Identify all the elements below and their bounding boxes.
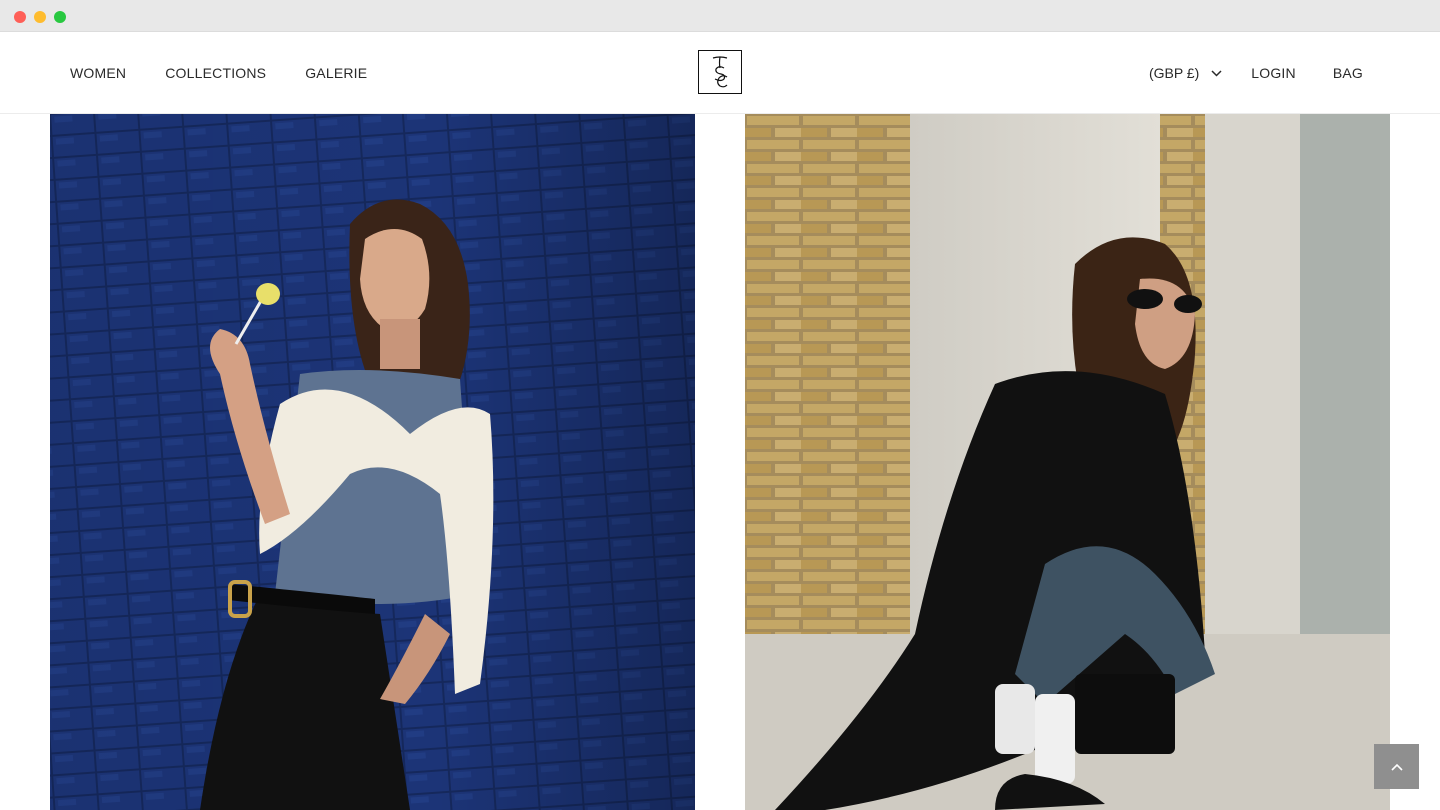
utility-nav: (GBP £) LOGIN BAG bbox=[1149, 32, 1363, 114]
currency-selector[interactable]: (GBP £) bbox=[1149, 65, 1222, 81]
chevron-up-icon bbox=[1390, 763, 1403, 771]
close-window-button[interactable] bbox=[14, 11, 26, 23]
monogram-logo-icon bbox=[712, 56, 728, 88]
scroll-to-top-button[interactable] bbox=[1374, 744, 1419, 789]
model-brick-wall-crouching-photo bbox=[745, 114, 1390, 810]
maximize-window-button[interactable] bbox=[54, 11, 66, 23]
browser-titlebar bbox=[0, 0, 1440, 32]
currency-label: (GBP £) bbox=[1148, 65, 1200, 81]
login-link[interactable]: LOGIN bbox=[1251, 65, 1296, 81]
model-blue-tile-wall-photo bbox=[50, 114, 695, 810]
nav-galerie-link[interactable]: GALERIE bbox=[305, 65, 367, 81]
nav-women-link[interactable]: WOMEN bbox=[70, 65, 126, 81]
site-header: WOMEN COLLECTIONS GALERIE (GBP £) LOGIN … bbox=[0, 32, 1440, 114]
hero-photo-left[interactable] bbox=[50, 114, 695, 810]
primary-nav: WOMEN COLLECTIONS GALERIE bbox=[70, 32, 367, 114]
nav-collections-link[interactable]: COLLECTIONS bbox=[165, 65, 266, 81]
brand-logo[interactable] bbox=[698, 50, 742, 94]
bag-link[interactable]: BAG bbox=[1333, 65, 1363, 81]
minimize-window-button[interactable] bbox=[34, 11, 46, 23]
chevron-down-icon bbox=[1211, 69, 1222, 77]
hero-photo-right[interactable] bbox=[745, 114, 1390, 810]
